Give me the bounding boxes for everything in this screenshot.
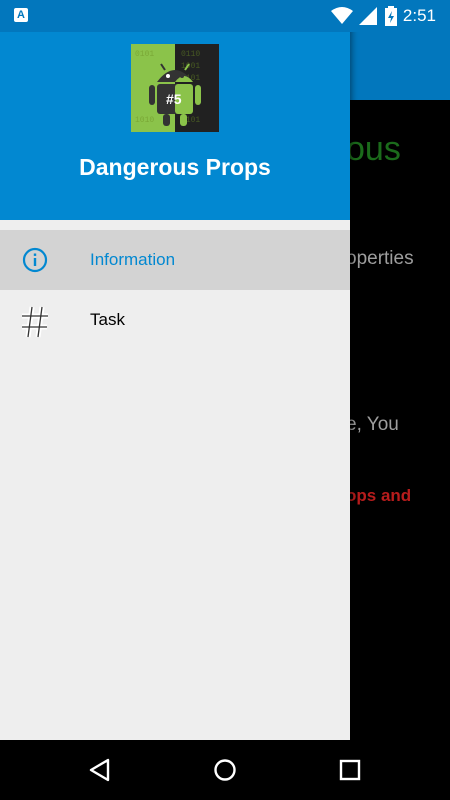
drawer-header: 0110 1001 0101 1101 0101 1010 #5 Dangero… [0, 32, 350, 220]
app-logo: 0110 1001 0101 1101 0101 1010 #5 [131, 44, 219, 132]
svg-text:0101: 0101 [135, 50, 154, 59]
home-icon[interactable] [213, 758, 237, 782]
recents-icon[interactable] [338, 758, 362, 782]
system-navigation-bar [0, 740, 450, 800]
drawer-menu: Information Task [0, 230, 350, 350]
clock: 2:51 [402, 6, 436, 25]
menu-item-label: Information [90, 250, 176, 269]
app-text-line: operties [346, 248, 414, 269]
battery-charging-icon [384, 6, 397, 26]
app-text-line: e, You [346, 414, 399, 435]
hash-icon [20, 305, 50, 338]
menu-item-information[interactable]: Information [0, 230, 350, 290]
navigation-drawer: 0110 1001 0101 1101 0101 1010 #5 Dangero… [0, 0, 350, 740]
drawer-title: Dangerous Props [79, 154, 271, 180]
wifi-icon [330, 7, 353, 25]
app-heading: ous [346, 130, 401, 168]
menu-item-label: Task [90, 310, 125, 329]
svg-text:0110: 0110 [181, 50, 200, 59]
svg-text:1001: 1001 [181, 62, 200, 71]
app-warning-text: ops and [346, 486, 412, 505]
signal-icon [358, 7, 377, 25]
menu-item-task[interactable]: Task [0, 290, 350, 350]
notification-icon: A [14, 8, 28, 22]
logo-badge: #5 [166, 91, 182, 107]
svg-text:1010: 1010 [135, 116, 154, 125]
back-icon[interactable] [88, 758, 112, 782]
info-icon [20, 245, 50, 275]
status-bar: A 2:51 [0, 0, 450, 32]
